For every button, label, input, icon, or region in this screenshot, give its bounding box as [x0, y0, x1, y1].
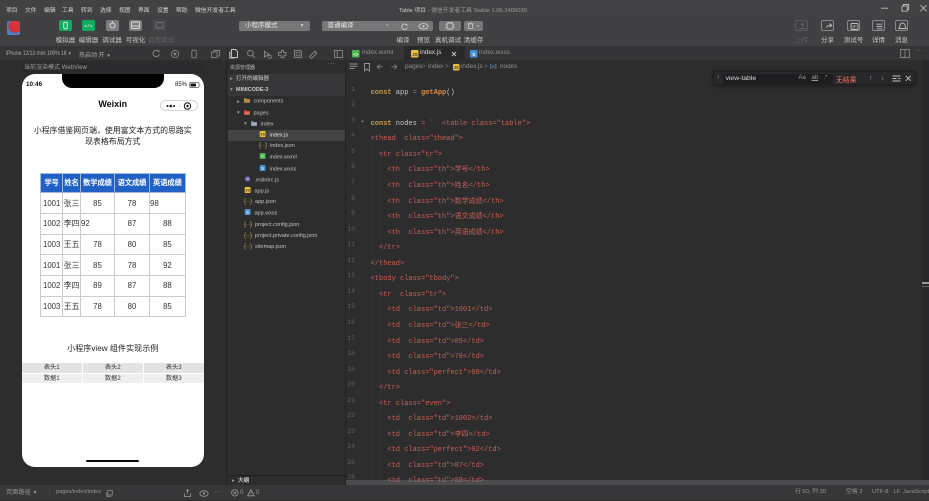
svg-text:</>: </>: [84, 23, 93, 29]
svg-text:S: S: [246, 210, 249, 215]
svg-text:JS: JS: [260, 132, 265, 137]
svg-text:<>: <>: [261, 155, 265, 159]
svg-text:S: S: [261, 165, 264, 170]
svg-text:JS: JS: [453, 65, 458, 70]
svg-text:<>: <>: [353, 51, 359, 56]
svg-text:JS: JS: [412, 52, 419, 58]
svg-text:S: S: [472, 51, 475, 56]
svg-text:JS: JS: [245, 188, 250, 193]
